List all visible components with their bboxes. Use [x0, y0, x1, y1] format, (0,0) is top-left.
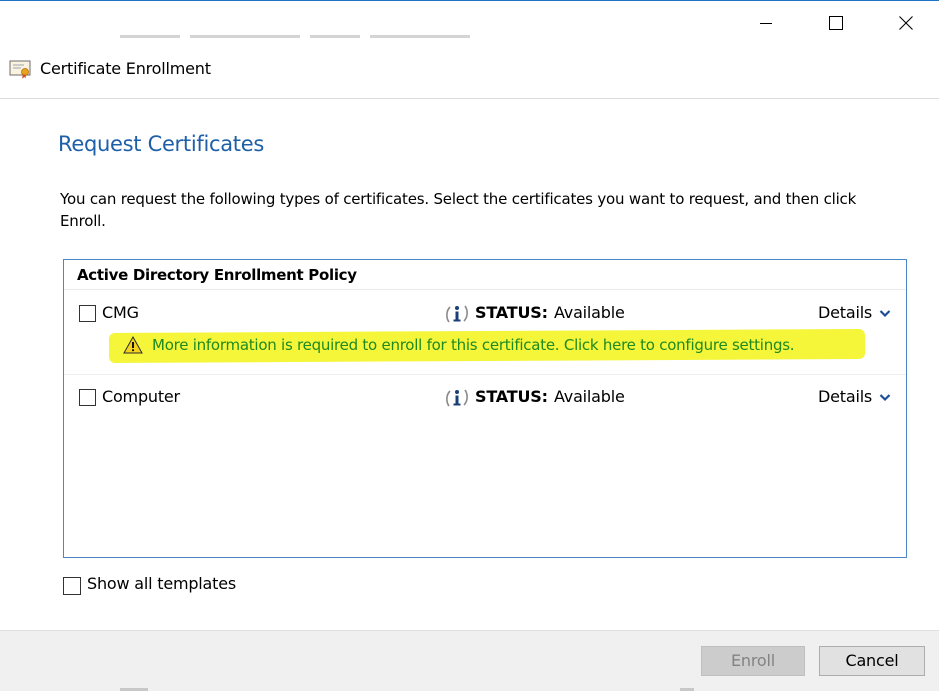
cmg-name: CMG: [102, 303, 139, 322]
policy-header: Active Directory Enrollment Policy: [77, 266, 357, 284]
maximize-icon: [829, 16, 843, 30]
computer-checkbox[interactable]: [79, 389, 96, 406]
cmg-details-link[interactable]: Details: [818, 303, 872, 323]
chevron-down-icon[interactable]: [879, 393, 891, 403]
warning-icon: [123, 335, 143, 354]
policy-header-separator: [64, 289, 906, 290]
cancel-button[interactable]: Cancel: [819, 646, 925, 676]
certificate-icon: [9, 60, 31, 79]
info-icon: [446, 305, 468, 323]
close-icon: [899, 16, 913, 30]
computer-details-link[interactable]: Details: [818, 387, 872, 407]
enrollment-policy-panel: Active Directory Enrollment Policy CMG S…: [63, 259, 907, 558]
cmg-checkbox[interactable]: [79, 305, 96, 322]
configure-settings-link[interactable]: More information is required to enroll f…: [152, 335, 795, 355]
maximize-button[interactable]: [801, 1, 871, 45]
computer-status-value: Available: [554, 387, 625, 406]
computer-status-label: STATUS:: [475, 387, 548, 406]
page-title: Request Certificates: [58, 132, 264, 156]
close-button[interactable]: [871, 1, 939, 45]
dialog-footer: Enroll Cancel: [0, 630, 939, 691]
computer-name: Computer: [102, 387, 180, 406]
enroll-button[interactable]: Enroll: [701, 646, 805, 676]
cmg-status-value: Available: [554, 303, 625, 322]
info-icon: [446, 389, 468, 407]
chevron-down-icon[interactable]: [879, 309, 891, 319]
row-separator: [64, 374, 906, 375]
show-all-templates-label[interactable]: Show all templates: [87, 574, 236, 594]
minimize-button[interactable]: [731, 1, 801, 45]
cmg-status-label: STATUS:: [475, 303, 548, 322]
title-separator: [0, 98, 939, 99]
page-description: You can request the following types of c…: [60, 190, 857, 230]
minimize-icon: [760, 23, 772, 24]
certificate-enrollment-window: Certificate Enrollment Request Certifica…: [0, 0, 939, 691]
background-artifact: [120, 35, 540, 47]
window-title: Certificate Enrollment: [40, 59, 211, 78]
show-all-templates-checkbox[interactable]: [63, 577, 81, 595]
